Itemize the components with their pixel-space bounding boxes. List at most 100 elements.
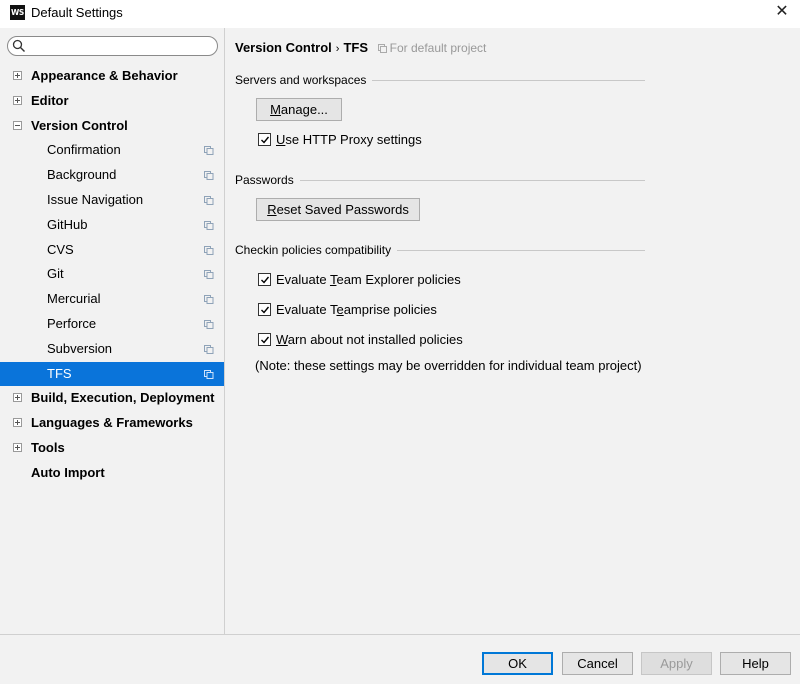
sidebar-item-background[interactable]: Background — [0, 163, 224, 187]
group-title-passwords: Passwords — [235, 173, 300, 187]
project-scope-icon — [377, 44, 387, 53]
sidebar-item-auto-import[interactable]: Auto Import — [0, 461, 224, 485]
checkbox-box — [258, 133, 271, 146]
sidebar-item-confirmation[interactable]: Confirmation — [0, 138, 224, 162]
sidebar-item-cvs[interactable]: CVS — [0, 238, 224, 262]
sidebar-item-version-control[interactable]: Version Control — [0, 114, 224, 138]
title-bar: WS Default Settings ✕ — [0, 0, 800, 28]
group-title-servers: Servers and workspaces — [235, 73, 373, 87]
sidebar-item-label: Editor — [31, 92, 69, 108]
sidebar-item-label: Appearance & Behavior — [31, 68, 178, 83]
sidebar-item-tfs[interactable]: TFS — [0, 361, 224, 386]
sidebar-item-mercurial[interactable]: Mercurial — [0, 287, 224, 311]
use-http-proxy-label: Use HTTP Proxy settings — [276, 131, 422, 149]
evaluate-teamprise-label: Evaluate Teamprise policies — [276, 301, 437, 319]
group-title-checkin: Checkin policies compatibility — [235, 243, 398, 257]
expand-icon[interactable] — [13, 95, 22, 105]
sidebar-item-label: Tools — [31, 440, 65, 455]
sidebar-item-label: Languages & Frameworks — [31, 415, 193, 431]
dialog-footer: OK Cancel Apply Help — [0, 634, 800, 684]
label-before: Evaluate — [276, 272, 330, 287]
sidebar-item-appearance-and-behavior[interactable]: Appearance & Behavior — [0, 64, 224, 88]
breadcrumb-note-text: For default project — [389, 41, 487, 55]
close-icon[interactable]: ✕ — [770, 1, 794, 23]
reset-button-label: eset Saved Passwords — [276, 202, 409, 217]
checkbox-box — [258, 273, 271, 286]
project-scope-icon — [204, 196, 214, 205]
window-title: Default Settings — [31, 5, 123, 20]
reset-saved-passwords-button[interactable]: Reset Saved Passwords — [256, 198, 420, 221]
apply-button[interactable]: Apply — [641, 652, 712, 675]
warn-not-installed-checkbox[interactable]: Warn about not installed policies — [258, 331, 518, 349]
checkmark-icon — [261, 336, 270, 344]
manage-button-mnemonic: M — [270, 102, 281, 117]
checkbox-box — [258, 303, 271, 316]
label-rest: se HTTP Proxy settings — [285, 132, 422, 147]
project-scope-icon — [204, 171, 214, 181]
warn-not-installed-label: Warn about not installed policies — [276, 331, 463, 349]
project-scope-icon — [204, 369, 214, 379]
sidebar-item-label: Build, Execution, Deployment — [31, 390, 215, 406]
settings-sidebar: Appearance & Behavior Editor Version Contr… — [0, 28, 225, 634]
sidebar-item-label: Mercurial — [47, 291, 101, 307]
sidebar-item-label: CVS — [47, 241, 74, 257]
sidebar-item-languages-and-frameworks[interactable]: Languages & Frameworks — [0, 411, 224, 435]
sidebar-item-label: Background — [47, 167, 117, 183]
sidebar-item-build-execution-deployment[interactable]: Build, Execution, Deployment — [0, 386, 224, 410]
sidebar-item-label: Confirmation — [47, 142, 121, 158]
project-scope-icon — [204, 295, 214, 305]
project-scope-icon — [204, 220, 214, 230]
breadcrumb-separator: › — [335, 43, 340, 55]
evaluate-team-explorer-label: Evaluate Team Explorer policies — [276, 271, 461, 289]
project-scope-icon — [204, 344, 214, 354]
label-after: amprise policies — [343, 302, 437, 317]
breadcrumb-parent: Version Control — [235, 40, 332, 55]
project-scope-icon — [204, 270, 214, 280]
mnemonic: W — [276, 332, 288, 347]
sidebar-item-label: Issue Navigation — [47, 192, 144, 207]
search-icon — [12, 39, 25, 52]
manage-button[interactable]: Manage... — [256, 98, 342, 121]
manage-button-label: anage... — [280, 102, 328, 117]
sidebar-item-label: GitHub — [47, 216, 88, 232]
checkmark-icon — [261, 276, 270, 284]
breadcrumb-current: TFS — [343, 40, 369, 55]
sidebar-item-label: Auto Import — [31, 464, 105, 480]
expand-icon[interactable] — [13, 443, 22, 452]
expand-icon[interactable] — [13, 418, 22, 428]
mnemonic: U — [276, 132, 286, 147]
webstorm-logo-icon: WS — [10, 5, 25, 20]
checkbox-box — [258, 333, 271, 346]
sidebar-item-label: Perforce — [47, 316, 97, 331]
sidebar-item-subversion[interactable]: Subversion — [0, 337, 224, 361]
use-http-proxy-checkbox[interactable]: Use HTTP Proxy settings — [258, 131, 458, 149]
mnemonic: e — [336, 302, 344, 317]
evaluate-team-explorer-checkbox[interactable]: Evaluate Team Explorer policies — [258, 271, 518, 289]
sidebar-item-label: Subversion — [47, 340, 113, 356]
sidebar-item-tools[interactable]: Tools — [0, 436, 224, 460]
project-scope-icon — [204, 146, 214, 156]
settings-content-panel: Version Control › TFS For default project … — [225, 28, 800, 634]
sidebar-item-github[interactable]: GitHub — [0, 213, 224, 237]
label-after: arn about not installed policies — [287, 332, 463, 347]
sidebar-item-editor[interactable]: Editor — [0, 89, 224, 113]
evaluate-teamprise-checkbox[interactable]: Evaluate Teamprise policies — [258, 301, 518, 319]
cancel-button[interactable]: Cancel — [562, 652, 633, 675]
sidebar-item-label: TFS — [47, 365, 72, 381]
checkmark-icon — [261, 306, 270, 314]
project-scope-icon — [204, 245, 214, 255]
search-input[interactable] — [7, 36, 218, 56]
ok-button[interactable]: OK — [482, 652, 553, 675]
expand-icon[interactable] — [13, 393, 22, 403]
sidebar-item-issue-navigation[interactable]: Issue Navigation — [0, 188, 224, 212]
reset-button-mnemonic: R — [267, 202, 277, 217]
help-button[interactable]: Help — [720, 652, 791, 675]
project-scope-icon — [204, 320, 214, 329]
label-after: eam Explorer policies — [336, 272, 461, 287]
sidebar-item-perforce[interactable]: Perforce — [0, 312, 224, 336]
expand-icon[interactable] — [13, 71, 22, 80]
breadcrumb-note: For default project — [377, 41, 487, 55]
sidebar-item-git[interactable]: Git — [0, 262, 224, 286]
collapse-icon[interactable] — [13, 120, 22, 130]
breadcrumb: Version Control › TFS For default project — [235, 40, 486, 55]
